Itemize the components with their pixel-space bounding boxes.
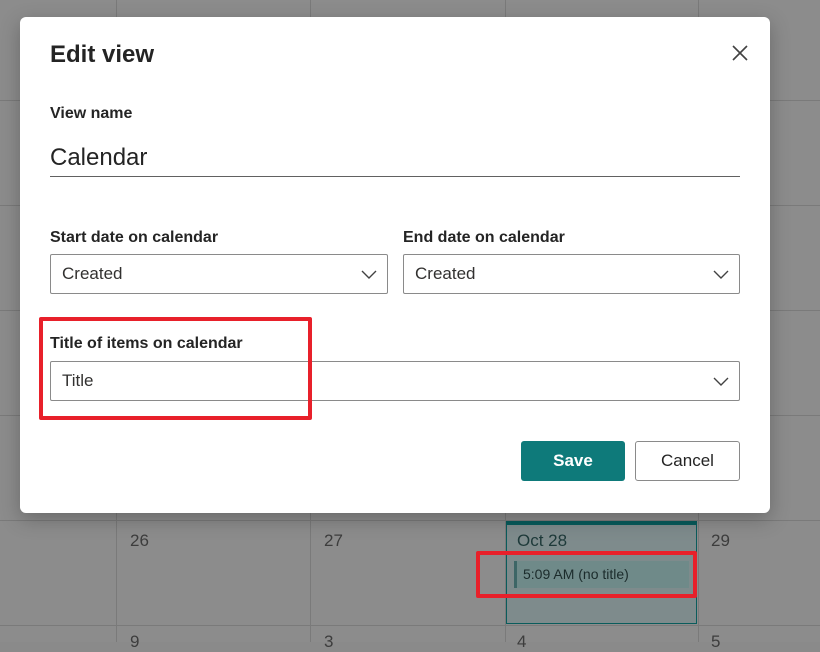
dialog-title: Edit view xyxy=(50,41,155,68)
close-button[interactable] xyxy=(725,38,755,68)
today-date-label: Oct 28 xyxy=(517,531,568,550)
cancel-button[interactable]: Cancel xyxy=(635,441,740,481)
day-number[interactable]: 3 xyxy=(324,632,333,652)
day-number[interactable]: 9 xyxy=(130,632,139,652)
edit-view-dialog: Edit view View name Start date on calend… xyxy=(20,17,770,513)
close-icon xyxy=(732,45,748,61)
grid-line xyxy=(0,625,820,626)
view-name-input[interactable] xyxy=(50,139,740,177)
end-date-value: Created xyxy=(415,264,476,283)
chevron-down-icon xyxy=(361,270,377,279)
annotation-highlight xyxy=(476,551,697,598)
start-date-select[interactable]: Created xyxy=(50,254,388,294)
view-name-label: View name xyxy=(50,105,133,122)
end-date-label: End date on calendar xyxy=(403,229,565,246)
annotation-highlight xyxy=(39,317,312,420)
grid-line xyxy=(0,520,820,521)
start-date-value: Created xyxy=(62,264,123,283)
start-date-label: Start date on calendar xyxy=(50,229,219,246)
chevron-down-icon xyxy=(713,270,729,279)
day-number[interactable]: 5 xyxy=(711,632,720,652)
day-number[interactable]: 27 xyxy=(324,531,343,551)
end-date-select[interactable]: Created xyxy=(403,254,740,294)
save-button[interactable]: Save xyxy=(521,441,625,481)
day-number[interactable]: 26 xyxy=(130,531,149,551)
day-number[interactable]: 4 xyxy=(517,632,526,652)
chevron-down-icon xyxy=(713,377,729,386)
day-number[interactable]: 29 xyxy=(711,531,730,551)
